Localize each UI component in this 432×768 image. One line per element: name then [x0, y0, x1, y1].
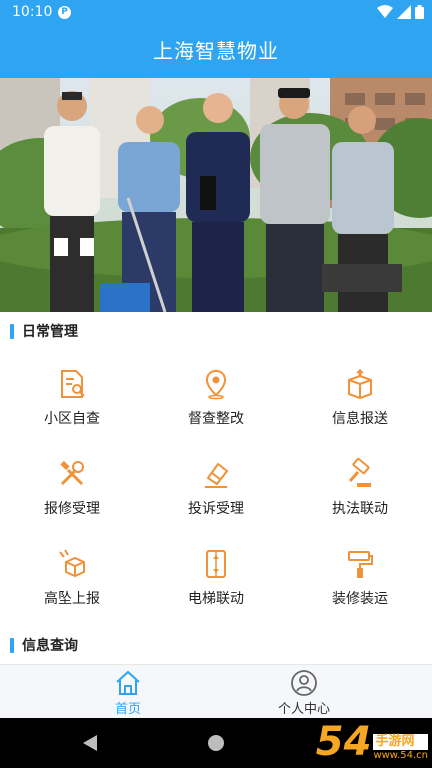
- wifi-icon: [377, 5, 393, 18]
- section-title-info: 信息查询: [22, 638, 78, 654]
- grid-label: 执法联动: [332, 501, 388, 517]
- section-title-daily: 日常管理: [22, 324, 78, 340]
- watermark-url: www.54.cn: [373, 750, 428, 761]
- section-daily-management: 日常管理: [10, 321, 78, 341]
- status-time: 10:10: [12, 4, 53, 20]
- grid-label: 信息报送: [332, 411, 388, 427]
- eraser-edit-icon: [205, 462, 229, 488]
- grid-item-inspection[interactable]: 督查整改: [144, 362, 288, 442]
- tab-home[interactable]: 首页: [78, 669, 178, 717]
- system-icons: [377, 5, 424, 19]
- watermark-number: 54: [315, 719, 372, 765]
- paint-roller-icon: [348, 551, 373, 578]
- user-icon: [291, 670, 317, 696]
- grid-item-self-check[interactable]: 小区自查: [0, 362, 144, 442]
- watermark-text: 手游网 www.54.cn: [373, 734, 428, 762]
- system-navigation-bar: 54 手游网 www.54.cn: [0, 718, 432, 768]
- grid-label: 小区自查: [44, 411, 100, 427]
- tab-profile[interactable]: 个人中心: [254, 669, 354, 717]
- home-button-icon[interactable]: [208, 735, 224, 751]
- grid-label: 投诉受理: [188, 501, 244, 517]
- tools-icon: [60, 460, 84, 486]
- watermark-logo: 54 手游网 www.54.cn: [316, 722, 428, 762]
- grid-item-fall-report[interactable]: 高坠上报: [0, 542, 144, 622]
- package-upload-icon: [348, 369, 372, 400]
- grid-item-repair[interactable]: 报修受理: [0, 452, 144, 532]
- grid-item-info-submit[interactable]: 信息报送: [288, 362, 432, 442]
- banner-image[interactable]: [0, 78, 432, 312]
- section-marker: [10, 323, 14, 339]
- page-title: 上海智慧物业: [153, 39, 279, 63]
- grid-label: 高坠上报: [44, 591, 100, 607]
- grid-item-enforcement[interactable]: 执法联动: [288, 452, 432, 532]
- grid-item-elevator[interactable]: 电梯联动: [144, 542, 288, 622]
- home-icon: [116, 670, 140, 695]
- back-icon[interactable]: [82, 734, 98, 752]
- falling-box-icon: [59, 549, 85, 578]
- watermark-site-name: 手游网: [373, 734, 428, 750]
- status-bar: 10:10 P: [0, 0, 432, 24]
- bottom-navigation: 首页 个人中心: [0, 664, 432, 718]
- tab-home-label: 首页: [114, 702, 141, 717]
- tab-profile-label: 个人中心: [277, 702, 330, 717]
- section-marker: [10, 637, 14, 653]
- grid-label: 电梯联动: [188, 591, 244, 607]
- staff-photo: [0, 78, 432, 312]
- grid-item-renovation[interactable]: 装修装运: [288, 542, 432, 622]
- section-info-query: 信息查询: [10, 635, 78, 655]
- elevator-icon: [206, 550, 226, 578]
- gavel-icon: [348, 458, 371, 487]
- battery-icon: [415, 5, 424, 19]
- document-search-icon: [61, 370, 85, 398]
- app-header: 上海智慧物业: [0, 24, 432, 78]
- signal-icon: [397, 5, 411, 19]
- app-notification-icon: P: [58, 6, 71, 19]
- location-pin-icon: [205, 369, 227, 400]
- grid-label: 督查整改: [188, 411, 244, 427]
- grid-label: 装修装运: [332, 591, 388, 607]
- grid-item-complaint[interactable]: 投诉受理: [144, 452, 288, 532]
- grid-label: 报修受理: [44, 501, 100, 517]
